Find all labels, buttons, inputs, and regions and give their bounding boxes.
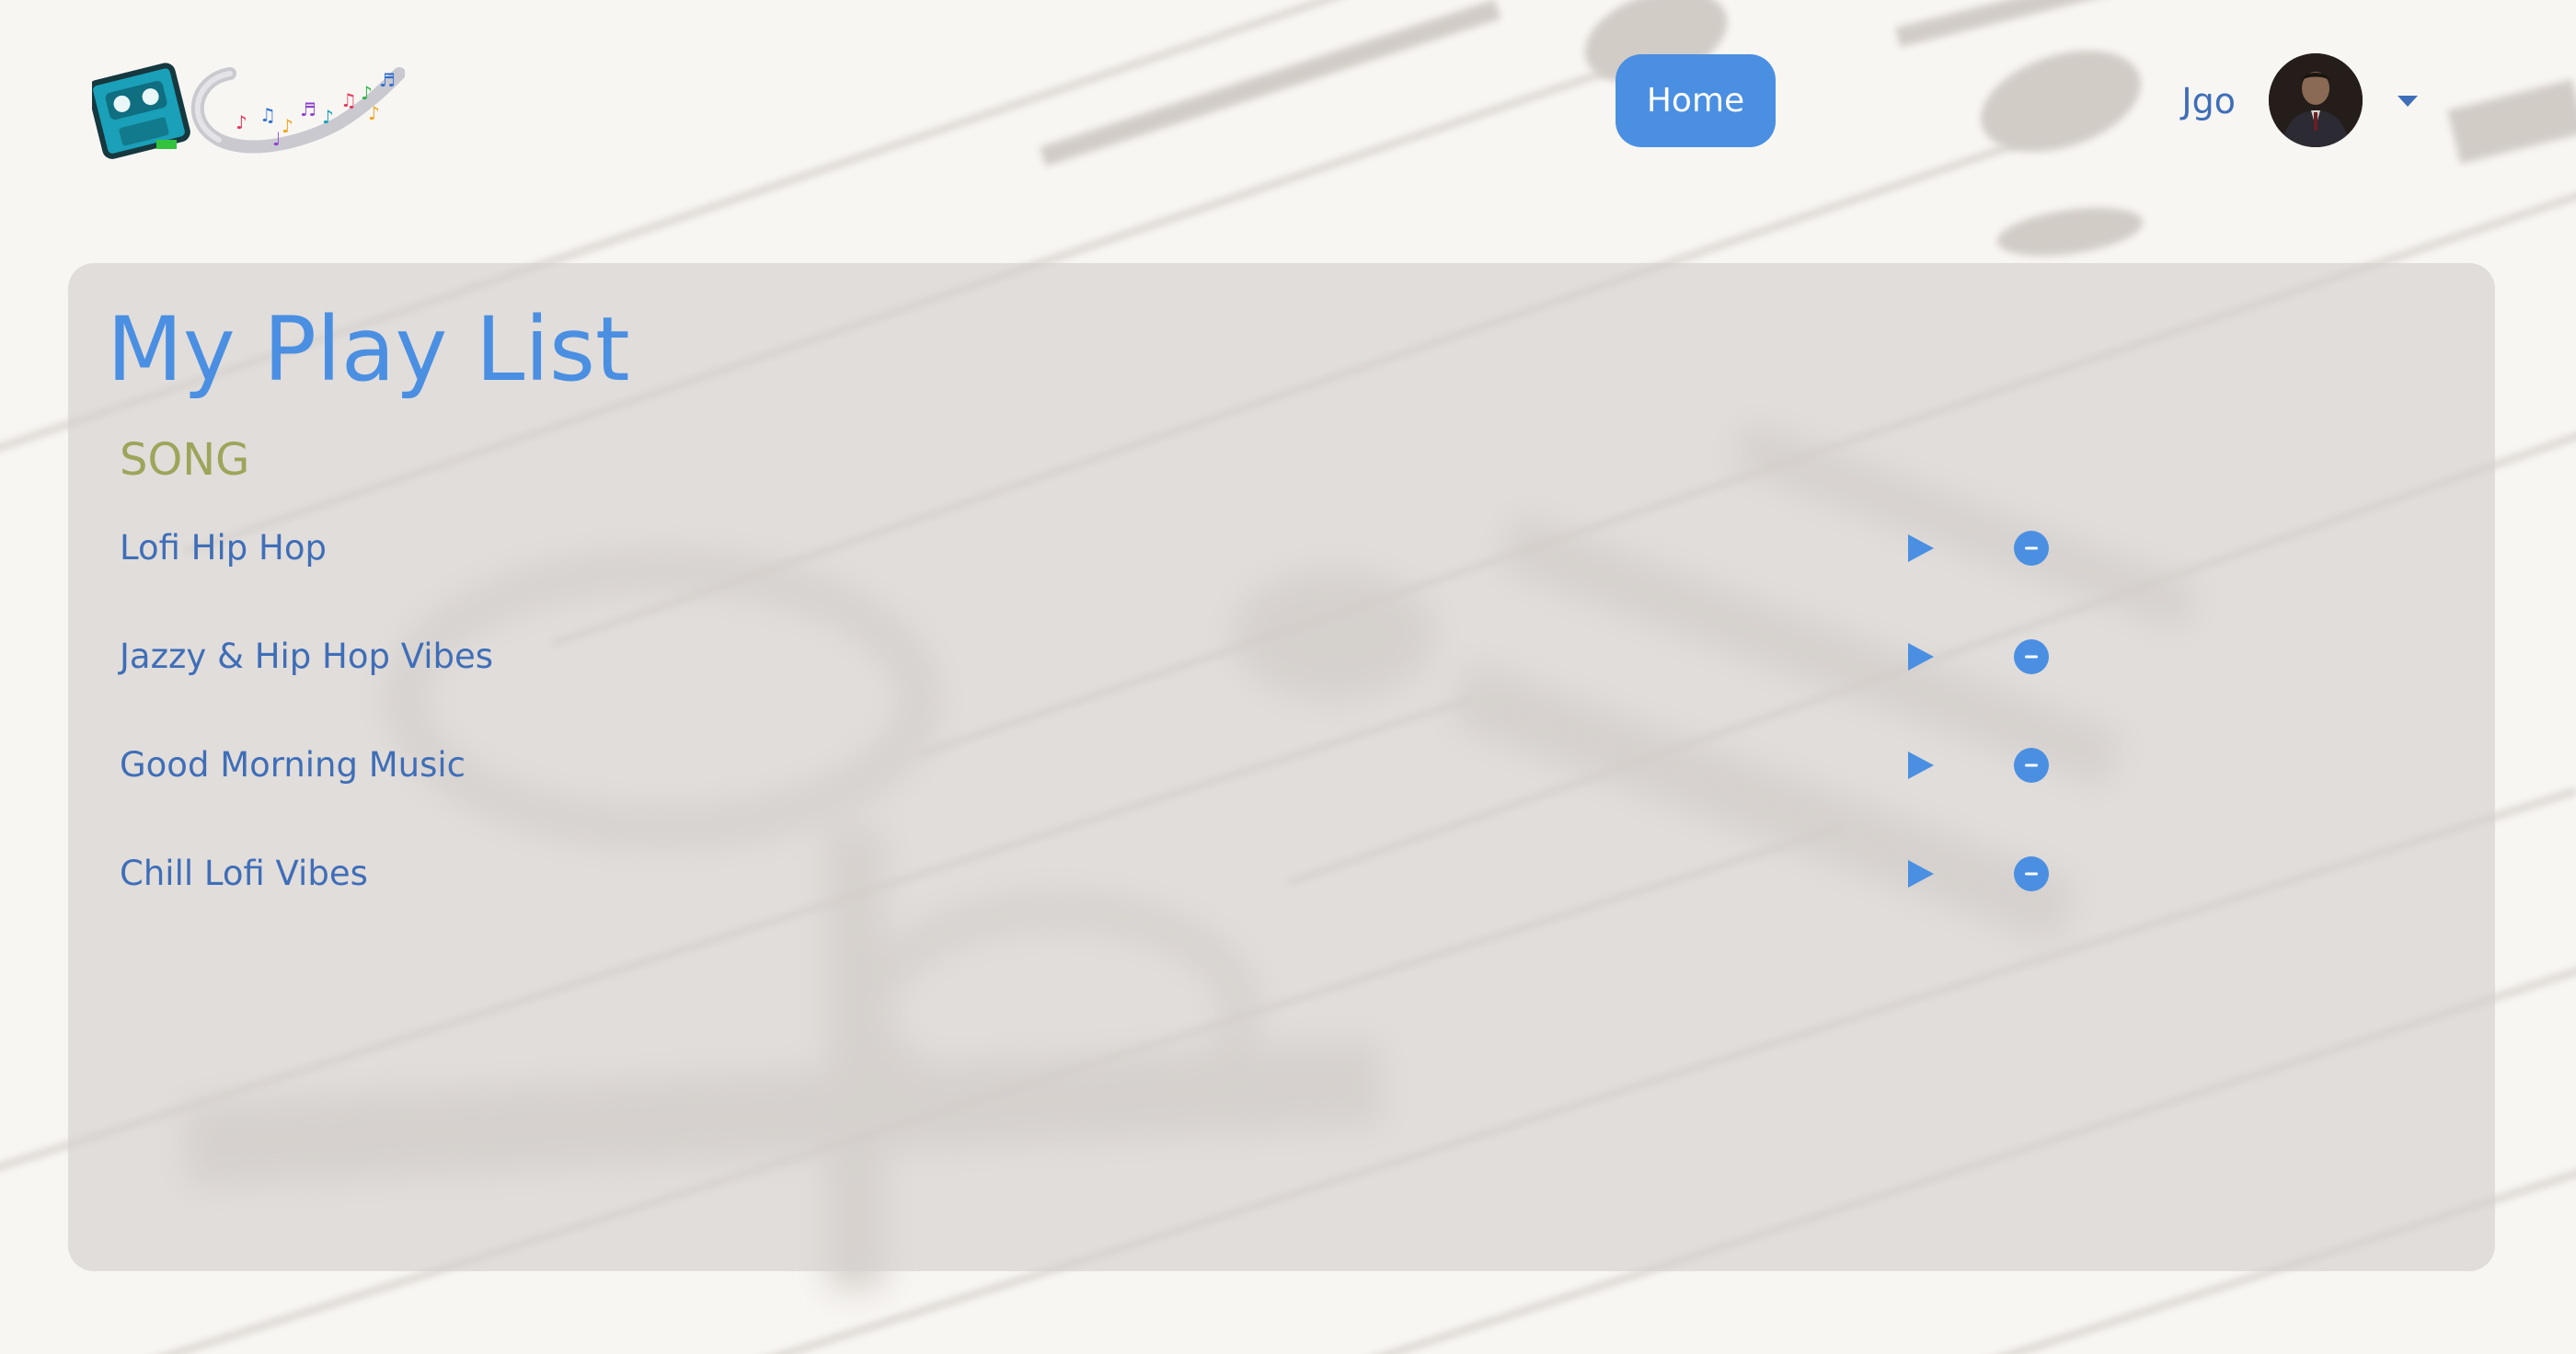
top-navigation: ♪ ♫ ♪ ♬ ♪ ♫ ♪ ♬ ♪ ♩ Home Jgo: [0, 0, 2576, 202]
svg-text:♪: ♪: [361, 82, 373, 104]
remove-icon[interactable]: [2013, 638, 2050, 675]
song-row: Jazzy & Hip Hop Vibes: [68, 620, 2184, 694]
svg-text:♪: ♪: [368, 102, 380, 124]
song-title[interactable]: Chill Lofi Vibes: [120, 837, 368, 911]
remove-icon[interactable]: [2013, 530, 2050, 567]
page-title: My Play List: [107, 298, 630, 401]
svg-text:♬: ♬: [300, 98, 316, 120]
song-row: Chill Lofi Vibes: [68, 837, 2184, 911]
music-logo[interactable]: ♪ ♫ ♪ ♬ ♪ ♫ ♪ ♬ ♪ ♩: [87, 55, 406, 166]
song-row: Good Morning Music: [68, 729, 2184, 802]
svg-text:♩: ♩: [272, 128, 281, 150]
remove-icon[interactable]: [2013, 747, 2050, 784]
svg-text:♪: ♪: [322, 106, 334, 128]
play-icon[interactable]: [1904, 858, 1936, 889]
song-title[interactable]: Lofi Hip Hop: [120, 511, 327, 585]
svg-text:♪: ♪: [236, 111, 247, 133]
home-button[interactable]: Home: [1616, 54, 1776, 147]
play-icon[interactable]: [1904, 533, 1936, 564]
svg-text:♬: ♬: [379, 69, 396, 91]
avatar[interactable]: [2269, 53, 2363, 147]
svg-text:♫: ♫: [259, 104, 276, 126]
play-icon[interactable]: [1904, 641, 1936, 672]
svg-text:♫: ♫: [340, 89, 357, 111]
svg-text:♪: ♪: [282, 115, 293, 137]
username-label[interactable]: Jgo: [2153, 77, 2236, 125]
avatar-photo: [2269, 53, 2363, 147]
song-title[interactable]: Jazzy & Hip Hop Vibes: [120, 620, 493, 694]
logo-graphic: ♪ ♫ ♪ ♬ ♪ ♫ ♪ ♬ ♪ ♩: [87, 63, 406, 159]
playlist-panel: My Play List SONG Lofi Hip Hop Jazzy & H…: [68, 263, 2495, 1271]
play-icon[interactable]: [1904, 750, 1936, 781]
remove-icon[interactable]: [2013, 855, 2050, 892]
song-title[interactable]: Good Morning Music: [120, 729, 466, 802]
song-column-header: SONG: [120, 434, 250, 486]
caret-down-icon[interactable]: [2398, 96, 2418, 107]
song-row: Lofi Hip Hop: [68, 511, 2184, 585]
